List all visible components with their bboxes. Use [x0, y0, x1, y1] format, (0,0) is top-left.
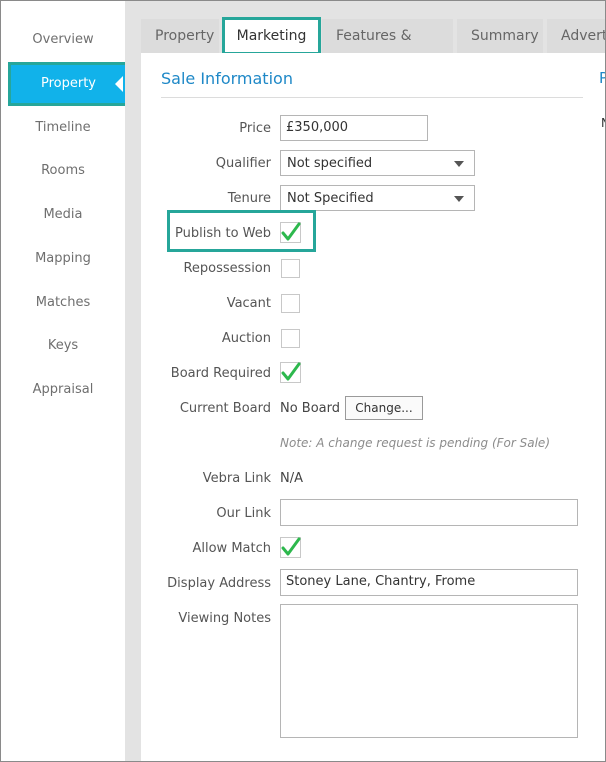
tab-marketing[interactable]: Marketing — [222, 17, 321, 55]
tab-features-areas[interactable]: Features & Areas — [322, 19, 453, 78]
qualifier-value: Not specified — [287, 156, 373, 171]
app-frame: Overview Property Timeline Rooms Media M… — [0, 0, 606, 762]
sidebar-item-rooms[interactable]: Rooms — [1, 156, 125, 186]
price-label: Price — [239, 121, 271, 136]
tenure-value: Not Specified — [287, 191, 374, 206]
main-content: Sale Information P N Price £350,000 Qual… — [141, 53, 605, 761]
tab-summary[interactable]: Summary — [457, 19, 543, 53]
tab-advert[interactable]: Advert — [547, 19, 605, 53]
pending-request-note: Note: A change request is pending (For S… — [280, 436, 550, 450]
viewing-notes-label: Viewing Notes — [178, 611, 271, 626]
change-board-button[interactable]: Change... — [345, 396, 423, 420]
sidebar-divider — [125, 1, 141, 761]
qualifier-label: Qualifier — [215, 156, 271, 171]
sidebar-item-property[interactable]: Property — [8, 62, 129, 106]
right-column-title-fragment: P — [599, 69, 605, 87]
sidebar-item-overview[interactable]: Overview — [1, 25, 125, 55]
section-title: Sale Information — [161, 69, 293, 88]
chevron-down-icon — [454, 161, 464, 167]
sidebar-item-keys[interactable]: Keys — [1, 331, 125, 361]
board-required-checkbox[interactable] — [280, 362, 302, 384]
vebra-link-label: Vebra Link — [202, 471, 271, 486]
qualifier-select[interactable]: Not specified — [280, 150, 475, 176]
display-address-input[interactable]: Stoney Lane, Chantry, Frome — [280, 569, 578, 596]
display-address-label: Display Address — [167, 576, 271, 591]
repossession-checkbox[interactable] — [281, 259, 300, 278]
right-column-text-fragment: N — [601, 116, 605, 130]
viewing-notes-textarea[interactable] — [280, 604, 578, 738]
sidebar-item-label: Property — [40, 76, 96, 91]
board-required-label: Board Required — [170, 366, 271, 381]
publish-to-web-label: Publish to Web — [175, 226, 271, 241]
vebra-link-value: N/A — [280, 471, 303, 486]
tab-property[interactable]: Property — [141, 19, 219, 53]
sidebar-item-appraisal[interactable]: Appraisal — [1, 375, 125, 405]
sidebar: Overview Property Timeline Rooms Media M… — [1, 1, 129, 761]
sidebar-item-matches[interactable]: Matches — [1, 288, 125, 318]
publish-to-web-checkbox[interactable] — [280, 222, 302, 244]
top-band — [141, 1, 605, 19]
section-divider — [161, 97, 583, 98]
current-board-label: Current Board — [179, 401, 271, 416]
allow-match-label: Allow Match — [192, 541, 271, 556]
allow-match-checkbox[interactable] — [280, 537, 302, 559]
tab-bar: Property Marketing Features & Areas Summ… — [141, 17, 605, 78]
sidebar-item-media[interactable]: Media — [1, 200, 125, 230]
tenure-select[interactable]: Not Specified — [280, 185, 475, 211]
price-input[interactable]: £350,000 — [280, 115, 428, 141]
auction-checkbox[interactable] — [281, 329, 300, 348]
current-board-value: No Board — [280, 401, 341, 416]
our-link-input[interactable] — [280, 499, 578, 526]
vacant-checkbox[interactable] — [281, 294, 300, 313]
vacant-label: Vacant — [226, 296, 271, 311]
our-link-label: Our Link — [216, 506, 271, 521]
repossession-label: Repossession — [183, 261, 271, 276]
auction-label: Auction — [221, 331, 271, 346]
chevron-down-icon — [454, 196, 464, 202]
active-arrow-notch-icon — [115, 76, 123, 92]
sidebar-item-mapping[interactable]: Mapping — [1, 244, 125, 274]
sidebar-item-timeline[interactable]: Timeline — [1, 113, 125, 143]
tenure-label: Tenure — [227, 191, 271, 206]
